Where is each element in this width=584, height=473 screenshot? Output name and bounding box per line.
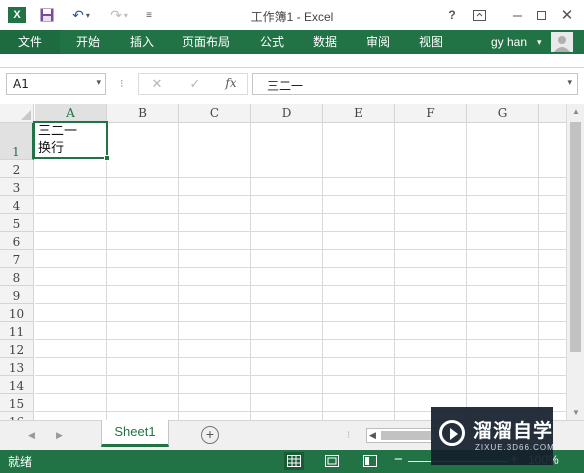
column-header-g[interactable]: G: [467, 104, 539, 123]
formula-value: 三二一: [267, 79, 304, 93]
watermark-subtitle: ZIXUE.3D66.COM: [475, 443, 555, 452]
play-logo-icon: [439, 420, 465, 446]
row-header[interactable]: 16: [0, 412, 34, 420]
ribbon-tabs: 文件 开始 插入 页面布局 公式 数据 审阅 视图 gy han ▾: [0, 30, 584, 54]
vertical-scrollbar[interactable]: ▲ ▼: [566, 104, 584, 420]
excel-logo-icon[interactable]: X: [6, 5, 28, 25]
cell-grid[interactable]: [35, 160, 566, 420]
zoom-out-icon[interactable]: −: [394, 451, 403, 468]
watermark-title: 溜溜自学: [473, 420, 554, 442]
avatar[interactable]: [551, 32, 573, 52]
h-scroll-thumb[interactable]: [381, 431, 431, 440]
formula-buttons: ✕ ✓ fx: [138, 73, 248, 95]
column-header-e[interactable]: E: [323, 104, 395, 123]
row-header[interactable]: 1: [0, 123, 34, 160]
check-icon[interactable]: ✓: [183, 76, 207, 94]
row-header[interactable]: 7: [0, 250, 34, 268]
chevron-down-icon[interactable]: ▾: [537, 30, 542, 54]
row-header[interactable]: 11: [0, 322, 34, 340]
sheet-next-icon[interactable]: ▶: [56, 430, 63, 441]
sheet-tab-sheet1[interactable]: Sheet1: [101, 420, 169, 447]
add-sheet-icon[interactable]: +: [201, 426, 219, 444]
tab-insert[interactable]: 插入: [117, 30, 167, 54]
tab-home[interactable]: 开始: [63, 30, 113, 54]
help-button[interactable]: ?: [440, 5, 464, 25]
sheet-prev-icon[interactable]: ◀: [28, 430, 35, 441]
undo-icon[interactable]: ↶ ▾: [66, 5, 96, 25]
formula-bar: A1 ▾ ⁝ ✕ ✓ fx 三二一 ▾: [0, 68, 584, 100]
horizontal-scrollbar[interactable]: ◀: [366, 428, 436, 443]
tab-formulas[interactable]: 公式: [247, 30, 297, 54]
formula-input[interactable]: 三二一 ▾: [252, 73, 578, 95]
fill-handle[interactable]: [104, 155, 110, 161]
cell-a1-text: 三二一 换行: [38, 124, 78, 156]
row-header[interactable]: 15: [0, 394, 34, 412]
tab-data[interactable]: 数据: [300, 30, 350, 54]
column-header-b[interactable]: B: [107, 104, 179, 123]
status-text: 就绪: [8, 455, 33, 469]
row-header[interactable]: 8: [0, 268, 34, 286]
close-icon[interactable]: ✕: [555, 5, 579, 25]
row-header[interactable]: 12: [0, 340, 34, 358]
page-break-preview-icon[interactable]: [360, 452, 380, 470]
cell-grid-row1[interactable]: [35, 123, 566, 160]
row-header[interactable]: 3: [0, 178, 34, 196]
maximize-icon[interactable]: [529, 5, 553, 25]
column-header-f[interactable]: F: [395, 104, 467, 123]
title-bar: X ↶ ▾ ↷ ▾ ≡ 工作簿1 - Excel ? ✕: [0, 0, 584, 30]
minimize-icon[interactable]: [505, 5, 529, 25]
expand-formula-icon[interactable]: ▾: [567, 77, 572, 88]
select-all-corner[interactable]: [0, 104, 34, 123]
normal-view-icon[interactable]: [284, 452, 304, 470]
scroll-thumb[interactable]: [570, 122, 581, 352]
tab-file[interactable]: 文件: [0, 30, 60, 54]
customize-qat-icon[interactable]: ≡: [142, 5, 156, 25]
row-header[interactable]: 13: [0, 358, 34, 376]
row-header[interactable]: 6: [0, 232, 34, 250]
row-header[interactable]: 9: [0, 286, 34, 304]
row-header[interactable]: 10: [0, 304, 34, 322]
user-name[interactable]: gy han: [491, 30, 527, 54]
page-layout-icon[interactable]: [322, 452, 342, 470]
save-icon[interactable]: [38, 5, 56, 25]
cancel-icon[interactable]: ✕: [145, 76, 169, 94]
tab-page-layout[interactable]: 页面布局: [174, 30, 238, 54]
column-header-h[interactable]: [539, 104, 566, 123]
vertical-dots-icon[interactable]: ⁝: [120, 77, 124, 90]
column-header-c[interactable]: C: [179, 104, 251, 123]
tab-view[interactable]: 视图: [406, 30, 456, 54]
scroll-down-icon[interactable]: ▼: [572, 408, 580, 417]
redo-icon[interactable]: ↷ ▾: [104, 5, 134, 25]
scroll-left-icon[interactable]: ◀: [369, 430, 376, 441]
tab-split-icon[interactable]: ⁝: [347, 430, 350, 441]
column-header-d[interactable]: D: [251, 104, 323, 123]
row-header[interactable]: 4: [0, 196, 34, 214]
scroll-up-icon[interactable]: ▲: [572, 107, 580, 116]
insert-function-icon[interactable]: fx: [219, 76, 243, 94]
row-header[interactable]: 5: [0, 214, 34, 232]
chevron-down-icon[interactable]: ▾: [96, 77, 101, 88]
tab-review[interactable]: 审阅: [353, 30, 403, 54]
name-box-value: A1: [13, 77, 29, 91]
row-header[interactable]: 2: [0, 160, 34, 178]
ribbon-collapsed-area: [0, 54, 584, 68]
watermark: 溜溜自学 ZIXUE.3D66.COM: [431, 407, 555, 465]
row-header[interactable]: 14: [0, 376, 34, 394]
ribbon-display-icon[interactable]: [467, 5, 491, 25]
name-box[interactable]: A1 ▾: [6, 73, 106, 95]
